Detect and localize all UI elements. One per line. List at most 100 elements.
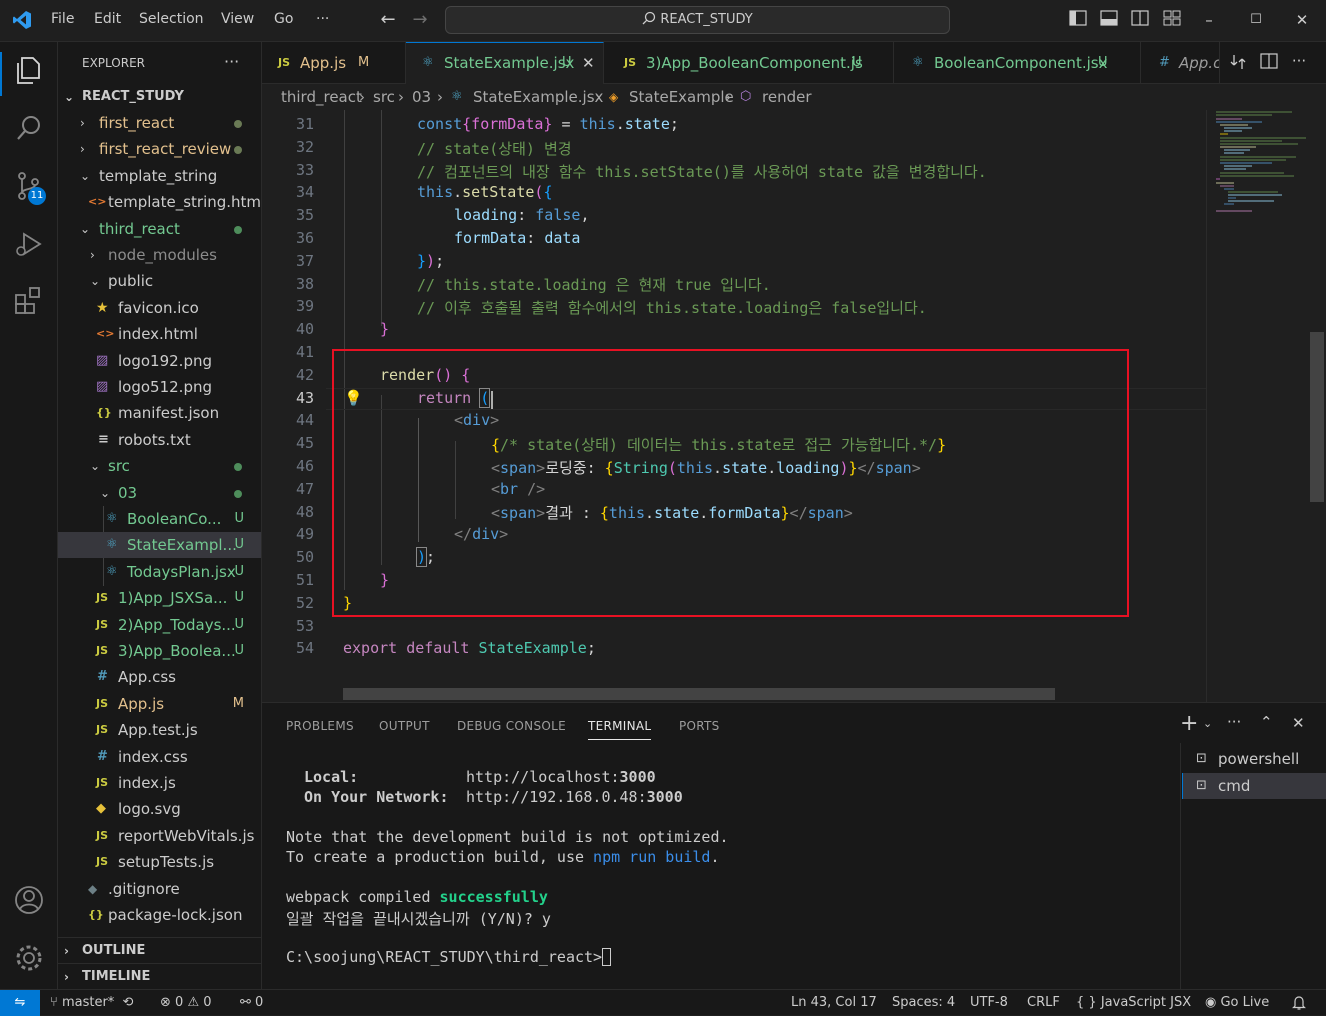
menu-edit[interactable]: Edit (94, 11, 121, 27)
indentation-status[interactable]: Spaces: 4 (892, 995, 955, 1010)
panel-more-icon[interactable]: ··· (1227, 713, 1241, 731)
tree-file[interactable]: # App.css (58, 664, 261, 690)
tree-folder[interactable]: ⌄ 03 (58, 480, 261, 506)
breadcrumb-item[interactable]: StateExample (629, 84, 734, 110)
branch-indicator[interactable]: ⑂ master* ⟲ (50, 995, 133, 1010)
explorer-more-icon[interactable]: ··· (224, 52, 239, 71)
panel-tab-ports[interactable]: PORTS (679, 719, 720, 733)
tree-file[interactable]: ⚛ BooleanCo... U (58, 506, 261, 532)
ports-indicator[interactable]: ⚯ 0 (240, 995, 263, 1010)
split-editor-icon[interactable] (1259, 53, 1279, 73)
compare-changes-icon[interactable] (1228, 53, 1248, 73)
tree-file[interactable]: # index.css (58, 744, 261, 770)
cursor-position[interactable]: Ln 43, Col 17 (791, 995, 877, 1010)
terminal-item-cmd[interactable]: ⊡ cmd (1182, 773, 1326, 799)
tab-booleancomponent-jsx[interactable]: ⚛ BooleanComponent.jsx U (894, 42, 1141, 84)
terminal-item-powershell[interactable]: ⊡ powershell (1194, 747, 1326, 771)
tab-stateexample-jsx[interactable]: ⚛ StateExample.jsx U ✕ (406, 42, 604, 84)
breadcrumb-item[interactable]: src (373, 84, 395, 110)
tree-file[interactable]: <> template_string.html (58, 189, 261, 215)
tree-folder[interactable]: ⌄ public (58, 268, 261, 294)
tree-file[interactable]: ◆ logo.svg (58, 796, 261, 822)
tree-file[interactable]: JS 2)App_Todays... U (58, 612, 261, 638)
toggle-secondary-sidebar-icon[interactable] (1130, 10, 1150, 30)
run-debug-icon[interactable] (13, 228, 45, 260)
terminal-prompt[interactable]: C:\soojung\REACT_STUDY\third_react> (286, 948, 612, 966)
maximize-icon[interactable]: ☐ (1246, 10, 1266, 30)
tree-file[interactable]: JS setupTests.js (58, 849, 261, 875)
tree-file-selected[interactable]: ⚛ StateExampl... U (58, 532, 261, 558)
minimap[interactable] (1212, 110, 1310, 220)
tree-folder[interactable]: › first_react_review (58, 136, 261, 162)
outline-section[interactable]: › OUTLINE (58, 937, 261, 963)
tree-folder[interactable]: ⌄ src (58, 453, 261, 479)
tree-file[interactable]: ▨ logo512.png (58, 374, 261, 400)
horizontal-scrollbar-thumb[interactable] (343, 688, 1055, 700)
tree-folder[interactable]: › first_react (58, 110, 261, 136)
close-tab-icon[interactable]: ✕ (582, 43, 595, 84)
tree-file[interactable]: JS index.js (58, 770, 261, 796)
explorer-icon[interactable] (13, 54, 45, 86)
tree-folder[interactable]: ⌄ template_string (58, 163, 261, 189)
tree-file[interactable]: ⚛ TodaysPlan.jsx U (58, 559, 261, 585)
toggle-panel-icon[interactable] (1099, 10, 1119, 30)
menu-more[interactable]: ··· (316, 11, 329, 27)
toggle-primary-sidebar-icon[interactable] (1068, 10, 1088, 30)
timeline-section[interactable]: › TIMELINE (58, 963, 261, 989)
forward-arrow-icon[interactable]: → (410, 10, 430, 30)
eol-status[interactable]: CRLF (1027, 995, 1060, 1010)
problems-indicator[interactable]: ⊗ 0 ⚠ 0 (160, 995, 212, 1010)
panel-tab-output[interactable]: OUTPUT (379, 719, 430, 733)
accounts-icon[interactable] (13, 884, 45, 916)
language-mode[interactable]: { } JavaScript JSX (1076, 995, 1191, 1010)
search-icon (642, 11, 660, 27)
remote-indicator-icon[interactable]: ⇋ (0, 990, 40, 1016)
vertical-scrollbar-thumb[interactable] (1310, 332, 1324, 502)
encoding-status[interactable]: UTF-8 (970, 995, 1008, 1010)
chevron-down-icon[interactable]: ⌄ (1203, 717, 1212, 730)
back-arrow-icon[interactable]: ← (378, 10, 398, 30)
breadcrumb-item[interactable]: third_react (281, 84, 362, 110)
tree-file[interactable]: {} manifest.json (58, 400, 261, 426)
notifications-bell-icon[interactable] (1292, 995, 1306, 1014)
panel-tab-debug-console[interactable]: DEBUG CONSOLE (457, 719, 566, 733)
tree-file[interactable]: JS 1)App_JSXSa... U (58, 585, 261, 611)
go-live-button[interactable]: ◉ Go Live (1205, 995, 1269, 1010)
settings-gear-icon[interactable] (13, 942, 45, 974)
tree-file[interactable]: <> index.html (58, 321, 261, 347)
workspace-root[interactable]: ⌄ REACT_STUDY (58, 84, 261, 110)
breadcrumb-item[interactable]: render (762, 84, 812, 110)
tab-3-app-booleancomponent[interactable]: JS 3)App_BooleanComponent.js U (604, 42, 894, 84)
tree-file[interactable]: ◆ .gitignore (58, 876, 261, 902)
tree-file[interactable]: ≡ robots.txt (58, 427, 261, 453)
tab-app-css[interactable]: # App.c (1141, 42, 1220, 84)
tree-file[interactable]: JS App.js M (58, 691, 261, 717)
tree-file[interactable]: ▨ logo192.png (58, 348, 261, 374)
panel-tab-problems[interactable]: PROBLEMS (286, 719, 354, 733)
tree-file[interactable]: ★ favicon.ico (58, 295, 261, 321)
tree-folder[interactable]: › node_modules (58, 242, 261, 268)
menu-go[interactable]: Go (274, 11, 293, 27)
extensions-icon[interactable] (13, 284, 45, 316)
editor-more-icon[interactable]: ··· (1289, 51, 1309, 71)
customize-layout-icon[interactable] (1162, 10, 1182, 30)
close-panel-icon[interactable]: ✕ (1292, 714, 1305, 732)
menu-selection[interactable]: Selection (139, 11, 204, 27)
breadcrumb-item[interactable]: 03 (412, 84, 431, 110)
minimize-icon[interactable]: – (1199, 10, 1219, 30)
maximize-panel-icon[interactable]: ⌃ (1260, 713, 1273, 731)
tree-file[interactable]: JS 3)App_Boolea... U (58, 638, 261, 664)
breadcrumb-item[interactable]: StateExample.jsx (473, 84, 603, 110)
panel-tab-terminal[interactable]: TERMINAL (588, 719, 652, 740)
tree-file[interactable]: {} package-lock.json (58, 902, 261, 928)
tree-folder[interactable]: ⌄ third_react (58, 216, 261, 242)
new-terminal-icon[interactable]: + (1180, 711, 1198, 736)
tree-file[interactable]: JS reportWebVitals.js (58, 823, 261, 849)
close-window-icon[interactable]: ✕ (1292, 10, 1312, 30)
tab-app-js[interactable]: JS App.js M (262, 42, 406, 84)
menu-view[interactable]: View (221, 11, 254, 27)
tree-file[interactable]: JS App.test.js (58, 717, 261, 743)
command-center-search[interactable]: REACT_STUDY (445, 6, 950, 34)
search-icon[interactable] (13, 112, 45, 144)
menu-file[interactable]: File (51, 11, 74, 27)
